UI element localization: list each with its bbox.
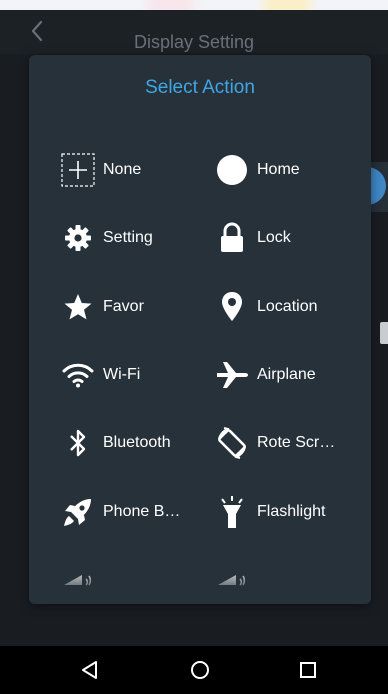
nav-home-button[interactable] (180, 654, 220, 686)
action-label: Favor (103, 298, 144, 315)
action-label: Phone B… (103, 503, 181, 520)
action-favor[interactable]: Favor (59, 285, 209, 329)
action-label: Bluetooth (103, 434, 171, 451)
action-location[interactable]: Location (213, 285, 369, 329)
lock-icon (213, 219, 251, 257)
rocket-icon (59, 493, 97, 531)
action-setting[interactable]: Setting (59, 216, 209, 260)
dialog-title: Select Action (145, 77, 255, 98)
flashlight-icon (213, 493, 251, 531)
circle-icon (213, 151, 251, 189)
rotate-screen-icon (213, 424, 251, 462)
action-wifi[interactable]: Wi-Fi (59, 353, 209, 397)
nav-back-button[interactable] (70, 654, 110, 686)
header-bar: Display Setting (0, 10, 388, 54)
action-rotate-screen[interactable]: Rote Scr… (213, 421, 369, 465)
signal-icon (213, 558, 251, 596)
action-label: Location (257, 298, 318, 315)
airplane-icon (213, 356, 251, 394)
gear-icon (59, 219, 97, 257)
triangle-back-icon (82, 661, 97, 679)
action-label: Setting (103, 229, 153, 246)
action-airplane[interactable]: Airplane (213, 353, 369, 397)
action-label: Lock (257, 229, 291, 246)
action-label: Flashlight (257, 503, 326, 520)
background-edge-handle (380, 322, 388, 344)
action-label: Wi-Fi (103, 366, 141, 383)
action-label: Airplane (257, 366, 316, 383)
action-label: Home (257, 161, 300, 178)
navigation-bar (0, 646, 388, 694)
square-recents-icon (300, 662, 316, 678)
action-partial-right[interactable] (213, 555, 369, 599)
action-partial-left[interactable] (59, 555, 209, 599)
wifi-icon (59, 356, 97, 394)
action-home[interactable]: Home (213, 148, 369, 192)
bluetooth-icon (59, 424, 97, 462)
action-label: None (103, 161, 142, 178)
nav-recents-button[interactable] (288, 654, 328, 686)
action-flashlight[interactable]: Flashlight (213, 490, 369, 534)
star-icon (59, 288, 97, 326)
signal-icon (59, 558, 97, 596)
add-box-icon (59, 151, 97, 189)
action-phone-booster[interactable]: Phone B… (59, 490, 209, 534)
action-label: Rote Scr… (257, 434, 336, 451)
action-lock[interactable]: Lock (213, 216, 369, 260)
screen: Display Setting Select Action None Home … (0, 0, 388, 694)
action-none[interactable]: None (59, 148, 209, 192)
select-action-dialog: Select Action None Home Setting Lock Fav… (29, 55, 371, 604)
status-strip (0, 0, 388, 10)
circle-home-icon (191, 661, 209, 679)
page-title: Display Setting (133, 32, 255, 52)
location-pin-icon (213, 288, 251, 326)
action-bluetooth[interactable]: Bluetooth (59, 421, 209, 465)
